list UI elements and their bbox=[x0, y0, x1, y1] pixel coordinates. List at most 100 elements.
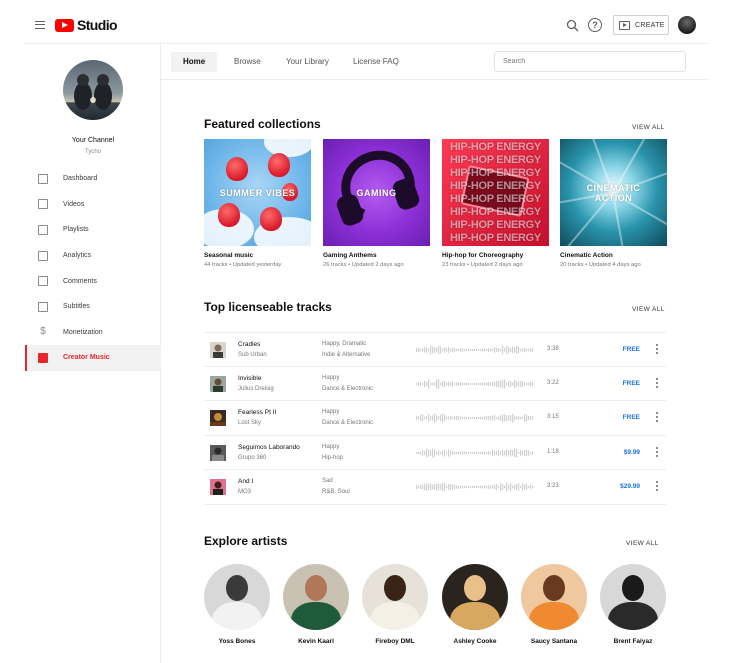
artist-card[interactable]: Yoss Bones bbox=[204, 564, 270, 645]
tab-home[interactable]: Home bbox=[171, 52, 218, 72]
sidebar-item-label: Subtitles bbox=[63, 303, 90, 311]
comments-icon bbox=[38, 276, 48, 287]
track-row[interactable]: And I MO3 Sad R&B, Soul 3:23 $29.99 bbox=[204, 470, 666, 505]
main-content: Home Browse Your Library License FAQ Fea… bbox=[161, 44, 709, 663]
collection-card[interactable]: SUMMER VIBES Seasonal music 44 tracks • … bbox=[204, 139, 311, 268]
sidebar-item-analytics[interactable]: Analytics bbox=[25, 243, 161, 269]
track-thumbnail bbox=[210, 375, 226, 392]
track-name: Seguimos Laborando bbox=[238, 443, 300, 451]
sidebar-item-videos[interactable]: Videos bbox=[25, 192, 161, 218]
waveform[interactable] bbox=[416, 481, 534, 493]
tab-license-faq[interactable]: License FAQ bbox=[341, 52, 411, 72]
menu-icon[interactable] bbox=[35, 21, 45, 29]
tab-your-library[interactable]: Your Library bbox=[274, 52, 341, 72]
collection-art-cinematic: CINEMATIC ACTION bbox=[560, 139, 667, 246]
sidebar-item-subtitles[interactable]: Subtitles bbox=[25, 294, 161, 320]
top-bar: Studio ? CREATE bbox=[25, 8, 709, 44]
sidebar-item-playlists[interactable]: Playlists bbox=[25, 217, 161, 243]
youtube-play-icon bbox=[55, 18, 74, 32]
artist-card[interactable]: Ashley Cooke bbox=[442, 564, 508, 645]
track-name: Cradles bbox=[238, 341, 261, 348]
sidebar-item-label: Creator Music bbox=[63, 354, 110, 362]
track-row[interactable]: Cradles Sub Urban Happy, Dramatic Indie … bbox=[204, 332, 666, 367]
artist-name: Saucy Santana bbox=[530, 638, 578, 645]
help-icon[interactable]: ? bbox=[588, 18, 602, 32]
sidebar-nav: Dashboard Videos Playlists Analytics Com… bbox=[25, 166, 161, 371]
sidebar-item-dashboard[interactable]: Dashboard bbox=[25, 166, 161, 192]
search-input[interactable] bbox=[494, 51, 686, 72]
track-price[interactable]: FREE bbox=[623, 414, 640, 421]
track-genre: R&B, Soul bbox=[322, 489, 350, 496]
create-button[interactable]: CREATE bbox=[613, 15, 669, 35]
sidebar-item-creator-music[interactable]: Creator Music bbox=[25, 345, 161, 371]
track-duration: 3:22 bbox=[547, 379, 559, 386]
track-price[interactable]: FREE bbox=[623, 380, 640, 387]
collection-art-text: GAMING bbox=[356, 187, 397, 198]
collection-art-summer: SUMMER VIBES bbox=[204, 139, 311, 246]
sidebar-item-comments[interactable]: Comments bbox=[25, 268, 161, 294]
search-icon[interactable] bbox=[566, 19, 579, 32]
collection-card[interactable]: CINEMATIC ACTION Cinematic Action 20 tra… bbox=[560, 139, 667, 268]
subtitles-icon bbox=[38, 301, 48, 312]
more-options-icon[interactable] bbox=[655, 412, 658, 424]
artist-card[interactable]: Kevin Kaarl bbox=[283, 564, 349, 645]
tab-browse[interactable]: Browse bbox=[222, 52, 273, 72]
track-price[interactable]: FREE bbox=[623, 346, 640, 353]
artist-card[interactable]: Saucy Santana bbox=[521, 564, 587, 645]
collection-card[interactable]: GAMING Gaming Anthems 26 tracks • Update… bbox=[323, 139, 430, 268]
more-options-icon[interactable] bbox=[655, 377, 658, 390]
track-name: Invisible bbox=[238, 374, 262, 382]
track-thumbnail bbox=[210, 342, 226, 358]
studio-app: Studio ? CREATE Your Channel Tycho Dashb… bbox=[25, 8, 709, 663]
waveform[interactable] bbox=[416, 344, 534, 356]
artist-card[interactable]: Fireboy DML bbox=[362, 564, 428, 645]
track-duration: 3:38 bbox=[547, 346, 559, 352]
collection-art-text: HIP-HOP ENERGY bbox=[450, 205, 541, 218]
track-genre: Dance & Electronic bbox=[322, 385, 374, 392]
analytics-icon bbox=[38, 250, 48, 261]
channel-handle: Tycho bbox=[84, 149, 101, 155]
artist-photo bbox=[442, 564, 508, 630]
track-row[interactable]: Fearless Pt II Lost Sky Happy Dance & El… bbox=[204, 401, 666, 436]
track-artist[interactable]: MO3 bbox=[238, 489, 251, 495]
track-thumbnail bbox=[210, 444, 226, 461]
more-options-icon[interactable] bbox=[655, 481, 658, 493]
track-artist[interactable]: Sub Urban bbox=[238, 352, 267, 358]
artists-view-all-link[interactable]: VIEW ALL bbox=[626, 540, 659, 547]
waveform[interactable] bbox=[416, 378, 534, 390]
sidebar-item-monetization[interactable]: $ Monetization bbox=[25, 320, 161, 346]
more-options-icon[interactable] bbox=[655, 446, 658, 459]
top-tracks-title: Top licenseable tracks bbox=[204, 300, 332, 314]
track-artist[interactable]: Grupo 360 bbox=[238, 455, 266, 461]
dashboard-icon bbox=[38, 173, 48, 184]
artist-photo bbox=[600, 564, 666, 630]
featured-view-all-link[interactable]: VIEW ALL bbox=[632, 124, 665, 131]
track-row[interactable]: Seguimos Laborando Grupo 360 Happy Hip-h… bbox=[204, 436, 666, 471]
artist-photo bbox=[362, 564, 428, 630]
collection-art-gaming: GAMING bbox=[323, 139, 430, 246]
track-artist[interactable]: Julius Dreisig bbox=[238, 386, 274, 392]
track-duration: 1:18 bbox=[547, 448, 559, 455]
artist-name: Brent Faiyaz bbox=[613, 638, 653, 645]
collection-card[interactable]: HIP-HOP ENERGY HIP-HOP ENERGY HIP-HOP EN… bbox=[442, 139, 549, 268]
featured-collections-title: Featured collections bbox=[204, 117, 321, 131]
collection-art-text: HIP-HOP ENERGY bbox=[450, 140, 541, 153]
more-options-icon[interactable] bbox=[655, 344, 658, 356]
waveform[interactable] bbox=[416, 447, 534, 459]
artist-name: Ashley Cooke bbox=[453, 638, 497, 645]
collection-art-text: HIP-HOP ENERGY bbox=[450, 231, 541, 244]
explore-artists-title: Explore artists bbox=[204, 534, 288, 548]
track-row[interactable]: Invisible Julius Dreisig Happy Dance & E… bbox=[204, 367, 666, 402]
account-avatar[interactable] bbox=[678, 16, 696, 34]
waveform[interactable] bbox=[416, 412, 534, 424]
track-artist[interactable]: Lost Sky bbox=[238, 420, 261, 426]
studio-logo[interactable]: Studio bbox=[55, 17, 118, 33]
collection-title: Hip-hop for Choreography bbox=[442, 252, 524, 259]
track-price[interactable]: $29.99 bbox=[620, 483, 640, 490]
channel-avatar[interactable] bbox=[63, 60, 123, 120]
track-price[interactable]: $9.99 bbox=[624, 449, 640, 456]
sidebar-item-label: Comments bbox=[63, 277, 97, 285]
top-tracks-view-all-link[interactable]: VIEW ALL bbox=[632, 306, 665, 313]
artist-card[interactable]: Brent Faiyaz bbox=[600, 564, 666, 645]
creator-music-icon bbox=[38, 352, 48, 363]
